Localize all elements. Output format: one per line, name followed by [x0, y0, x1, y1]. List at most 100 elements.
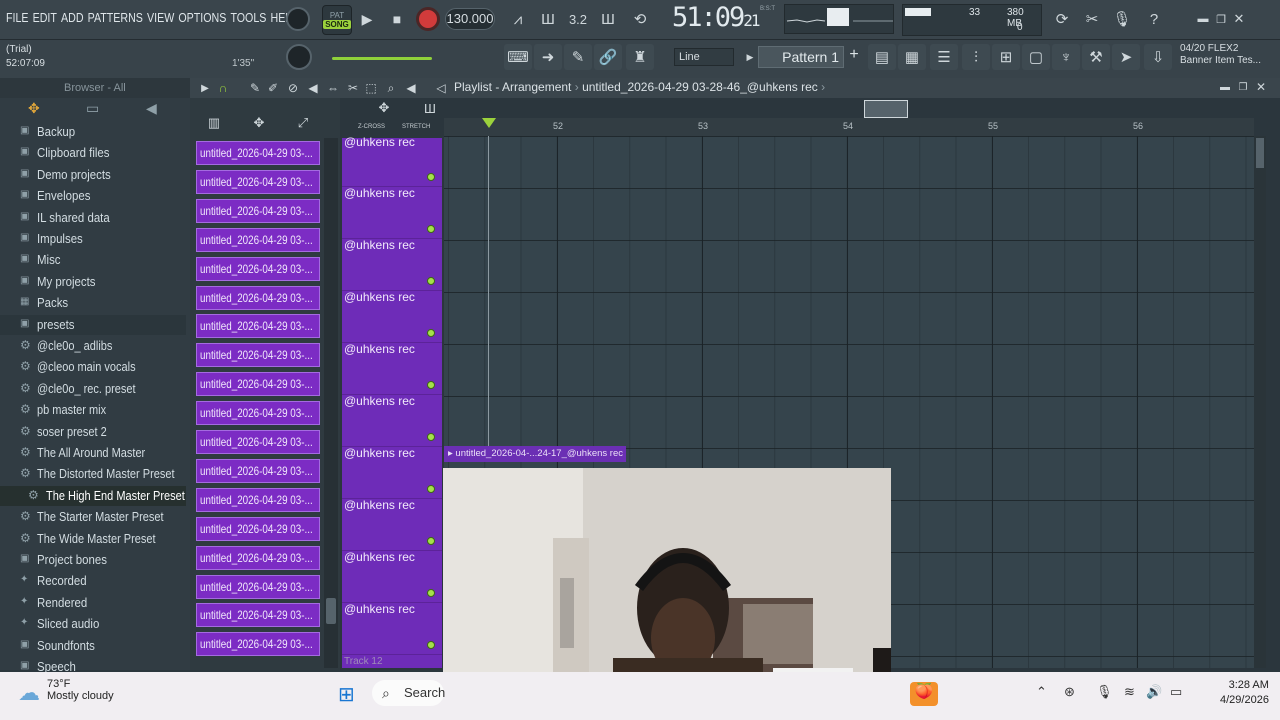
browser-item[interactable]: ▣ Soundfonts [0, 636, 186, 656]
track-enable-led[interactable] [427, 589, 435, 597]
close-icon[interactable]: ✕ [1254, 80, 1268, 94]
volume-icon[interactable]: 🔊 [1146, 684, 1162, 700]
select-icon[interactable]: ⬚ [364, 80, 378, 96]
browser-item[interactable]: ▣ IL shared data [0, 208, 186, 228]
track-label[interactable]: @uhkens rec [344, 550, 415, 564]
collapse-icon[interactable]: ✥ [28, 100, 40, 117]
microphone-icon[interactable]: 🎙 [1096, 684, 1113, 700]
browser-item[interactable]: ▣ Clipboard files [0, 143, 186, 163]
mute-icon[interactable]: ◀ [306, 80, 320, 96]
refresh-icon[interactable]: ⟳ [1048, 6, 1076, 32]
start-icon[interactable]: ⊞ [338, 682, 355, 707]
browser-item[interactable]: ▣ Project bones [0, 550, 186, 570]
add-pattern-button[interactable]: + [846, 46, 862, 68]
master-pitch-knob[interactable] [286, 44, 312, 70]
playback-icon[interactable]: ◀ [404, 80, 418, 96]
stamp-icon[interactable]: ♜ [626, 44, 654, 70]
speaker-icon[interactable]: ◀ [146, 100, 157, 117]
browser-item[interactable]: ▣ presets [0, 314, 186, 335]
link-icon[interactable]: 🔗 [594, 44, 622, 70]
pattern-item[interactable]: untitled_2026-04-29 03-... [196, 458, 320, 483]
playlist-scroll-thumb[interactable] [1256, 138, 1264, 168]
browser-item[interactable]: ⚙ @cle0o_ adlibs [0, 336, 186, 356]
system-clock[interactable]: 3:28 AM 4/29/2026 [1220, 678, 1269, 708]
browser-item[interactable]: ⚙ The All Around Master [0, 443, 186, 463]
download-icon[interactable]: ⇩ [1144, 44, 1172, 70]
browser-item[interactable]: ⚙ soser preset 2 [0, 422, 186, 442]
microphone-icon[interactable]: 🎙 [1108, 6, 1136, 32]
file-icon[interactable]: ▭ [86, 100, 99, 117]
track-label[interactable]: @uhkens rec [344, 290, 415, 304]
delete-icon[interactable]: ⊘ [286, 80, 300, 96]
menu-patterns[interactable]: PATTERNS [88, 10, 143, 25]
track-label[interactable]: @uhkens rec [344, 238, 415, 252]
zoom-icon[interactable]: ⌕ [384, 80, 398, 96]
weather-widget[interactable]: 73°F Mostly cloudy [47, 678, 114, 702]
file-icon[interactable]: ▢ [1022, 44, 1050, 70]
pattern-item[interactable]: untitled_2026-04-29 03-... [196, 285, 320, 310]
browser-icon[interactable]: ⊞ [992, 44, 1020, 70]
track-enable-led[interactable] [427, 173, 435, 181]
mixer-icon[interactable]: ⫶ [962, 44, 990, 70]
piano-roll-icon[interactable]: ▦ [898, 44, 926, 70]
tools-icon[interactable]: ⚒ [1082, 44, 1110, 70]
minimize-icon[interactable]: ▬ [1196, 12, 1210, 26]
playlist-menu-icon[interactable]: ▶ [199, 80, 211, 96]
minimize-icon[interactable]: ▬ [1218, 80, 1232, 94]
browser-item[interactable]: ⚙ The Starter Master Preset [0, 507, 186, 527]
pattern-item[interactable]: untitled_2026-04-29 03-... [196, 169, 320, 194]
track-enable-led[interactable] [427, 537, 435, 545]
track-enable-led[interactable] [427, 641, 435, 649]
playlist-icon[interactable]: ▤ [868, 44, 896, 70]
channel-rack-icon[interactable]: ☰ [930, 44, 958, 70]
browser-item[interactable]: ⚙ The High End Master Preset [0, 485, 186, 506]
brush-icon[interactable]: ✎ [564, 44, 592, 70]
wifi-icon[interactable]: ≋ [1124, 684, 1135, 700]
pattern-item[interactable]: untitled_2026-04-29 03-... [196, 545, 320, 570]
track-enable-led[interactable] [427, 433, 435, 441]
weather-icon[interactable]: ☁ [18, 680, 40, 706]
track-label[interactable]: @uhkens rec [344, 498, 415, 512]
master-volume-slider[interactable] [332, 57, 432, 60]
track-label[interactable]: @uhkens rec [344, 342, 415, 356]
close-icon[interactable]: ✕ [1232, 11, 1246, 26]
restore-icon[interactable]: ❐ [1214, 12, 1228, 26]
browser-item[interactable]: ▣ Misc [0, 250, 186, 270]
countdown-icon[interactable]: 3.2 [564, 6, 592, 32]
browser-item[interactable]: ⚙ The Distorted Master Preset [0, 464, 186, 484]
pattern-picker-icon[interactable]: ▥ [205, 115, 223, 131]
battery-icon[interactable]: ▭ [1170, 684, 1182, 700]
help-icon[interactable]: ? [1140, 6, 1168, 32]
master-volume-knob[interactable] [286, 7, 310, 31]
stop-button[interactable]: ■ [386, 8, 408, 30]
browser-item[interactable]: ✦ Sliced audio [0, 614, 186, 634]
menu-tools[interactable]: TOOLS [230, 10, 266, 25]
step-edit-icon[interactable]: Ш [594, 6, 622, 32]
browser-item[interactable]: ✦ Recorded [0, 571, 186, 591]
browser-item[interactable]: ▣ Impulses [0, 229, 186, 249]
track-label[interactable]: @uhkens rec [344, 446, 415, 460]
plugin-icon[interactable]: ♆ [1052, 44, 1080, 70]
menu-options[interactable]: OPTIONS [178, 10, 226, 25]
pattern-item[interactable]: untitled_2026-04-29 03-... [196, 516, 320, 541]
browser-item[interactable]: ▣ Backup [0, 122, 186, 142]
snap-select[interactable]: Line [674, 48, 734, 66]
move-all-icon[interactable]: ✥ [372, 100, 396, 116]
track-label[interactable]: @uhkens rec [344, 602, 415, 616]
restore-icon[interactable]: ❐ [1236, 80, 1250, 94]
browser-item[interactable]: ⚙ The Wide Master Preset [0, 529, 186, 549]
pattern-item[interactable]: untitled_2026-04-29 03-... [196, 372, 320, 397]
metronome-icon[interactable]: ⩘ [504, 6, 532, 32]
browser-item[interactable]: ⚙ @cleoo main vocals [0, 357, 186, 377]
browser-item[interactable]: ✦ Rendered [0, 593, 186, 613]
track-enable-led[interactable] [427, 329, 435, 337]
pattern-item[interactable]: untitled_2026-04-29 03-... [196, 227, 320, 252]
wrench-icon[interactable]: ⤢ [294, 115, 312, 131]
arrow-icon[interactable]: ➜ [534, 44, 562, 70]
track-label[interactable]: @uhkens rec [344, 135, 415, 149]
pattern-item[interactable]: untitled_2026-04-29 03-... [196, 141, 320, 165]
audio-clip[interactable]: ▸ untitled_2026-04-...24-17_@uhkens rec [444, 446, 626, 462]
pattern-item[interactable]: untitled_2026-04-29 03-... [196, 343, 320, 368]
pattern-item[interactable]: untitled_2026-04-29 03-... [196, 574, 320, 599]
track-enable-led[interactable] [427, 381, 435, 389]
